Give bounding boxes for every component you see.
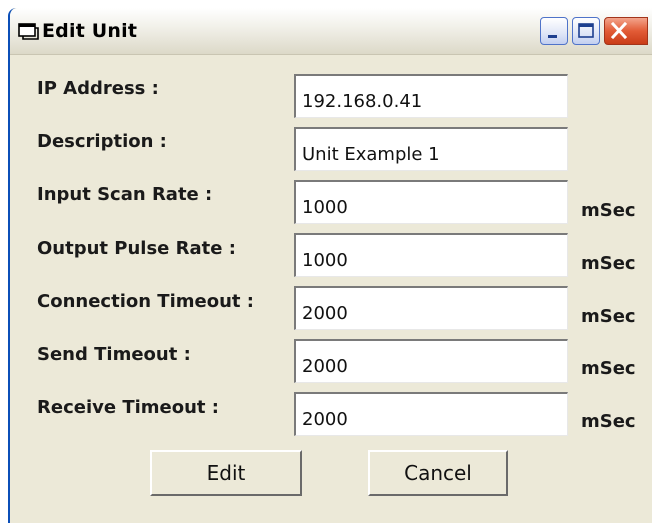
edit-unit-dialog: Edit Unit IP Address : Description : Inp… bbox=[8, 8, 652, 523]
receive-timeout-field[interactable] bbox=[294, 392, 568, 436]
ip-address-field[interactable] bbox=[294, 74, 568, 118]
cancel-button[interactable]: Cancel bbox=[368, 450, 508, 496]
input-scan-rate-label: Input Scan Rate : bbox=[37, 184, 213, 205]
receive-timeout-unit: mSec bbox=[581, 411, 636, 432]
edit-button[interactable]: Edit bbox=[150, 450, 302, 496]
title-bar[interactable]: Edit Unit bbox=[10, 8, 652, 55]
input-scan-rate-field[interactable] bbox=[294, 180, 568, 224]
output-pulse-rate-label: Output Pulse Rate : bbox=[37, 238, 236, 259]
output-pulse-rate-unit: mSec bbox=[581, 253, 636, 274]
send-timeout-field[interactable] bbox=[294, 339, 568, 383]
maximize-icon bbox=[578, 23, 594, 38]
close-button[interactable] bbox=[604, 17, 648, 45]
input-scan-rate-unit: mSec bbox=[581, 200, 636, 221]
output-pulse-rate-field[interactable] bbox=[294, 233, 568, 277]
send-timeout-label: Send Timeout : bbox=[37, 344, 191, 365]
connection-timeout-field[interactable] bbox=[294, 286, 568, 330]
ip-address-label: IP Address : bbox=[37, 78, 159, 99]
maximize-button[interactable] bbox=[572, 17, 600, 45]
window-app-icon bbox=[16, 20, 42, 42]
minimize-icon bbox=[548, 35, 557, 38]
connection-timeout-unit: mSec bbox=[581, 306, 636, 327]
receive-timeout-label: Receive Timeout : bbox=[37, 397, 219, 418]
window-title: Edit Unit bbox=[42, 20, 138, 42]
minimize-button[interactable] bbox=[540, 17, 568, 45]
connection-timeout-label: Connection Timeout : bbox=[37, 291, 254, 312]
send-timeout-unit: mSec bbox=[581, 358, 636, 379]
close-icon bbox=[610, 21, 628, 40]
description-label: Description : bbox=[37, 131, 167, 152]
description-field[interactable] bbox=[294, 127, 568, 171]
